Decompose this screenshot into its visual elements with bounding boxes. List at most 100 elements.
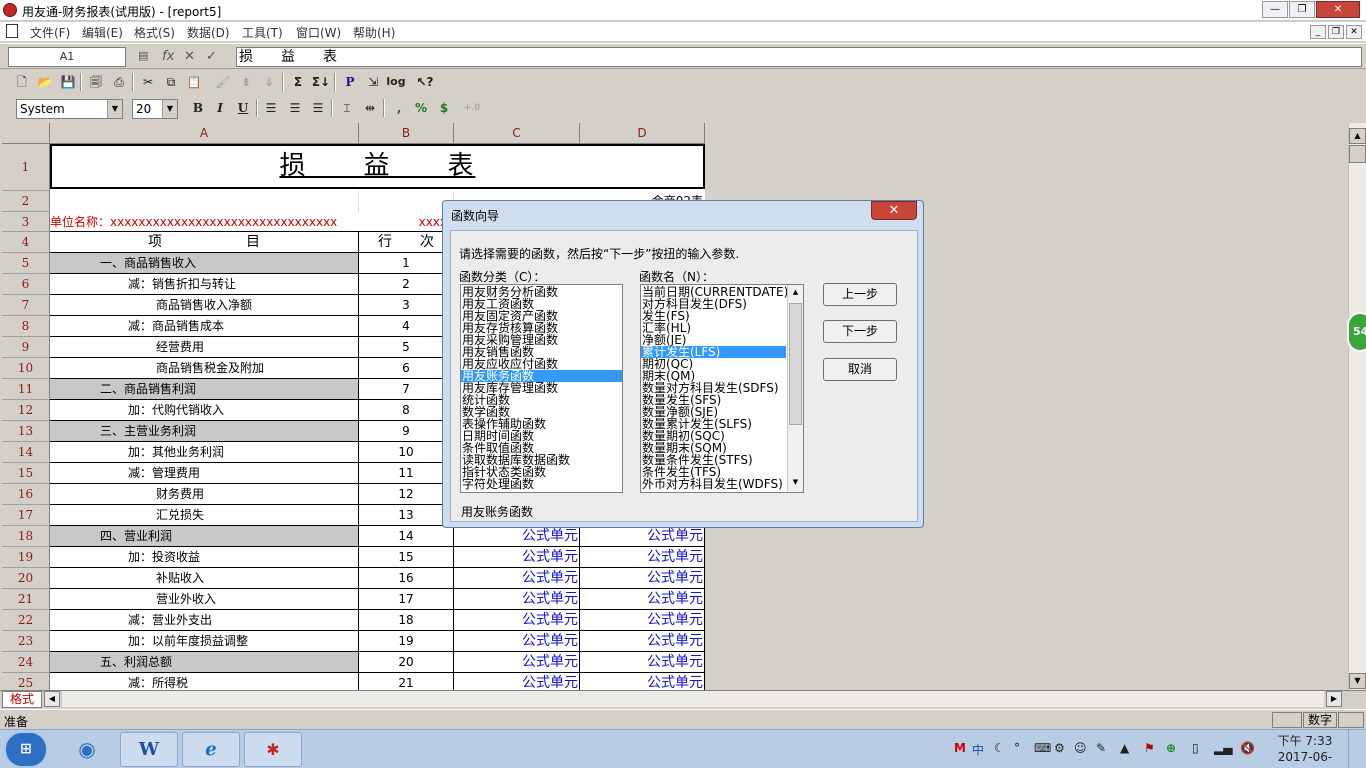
dot-icon[interactable]: ° xyxy=(1014,741,1020,755)
cell-formula-c[interactable]: 公式单元 xyxy=(454,547,580,568)
cell-item[interactable]: 三、主营业务利润 xyxy=(50,421,359,442)
category-item[interactable]: 字符处理函数 xyxy=(461,478,622,490)
cell-line-number[interactable]: 3 xyxy=(359,295,454,316)
row-header[interactable]: 22 xyxy=(2,610,50,631)
row-header[interactable]: 21 xyxy=(2,589,50,610)
cell-a2[interactable] xyxy=(50,191,359,212)
ie-app-icon[interactable]: ℯ xyxy=(182,732,240,767)
show-hidden-icons-icon[interactable]: ▲ xyxy=(1120,741,1129,755)
row-header[interactable]: 5 xyxy=(2,253,50,274)
function-icon[interactable]: fx xyxy=(162,49,174,64)
cell-item[interactable]: 减：营业外支出 xyxy=(50,610,359,631)
scroll-thumb[interactable] xyxy=(1349,145,1366,163)
cell-item[interactable]: 加：代购代销收入 xyxy=(50,400,359,421)
keyboard-tray-icon[interactable]: ⌨ xyxy=(1034,741,1051,755)
minimize-button[interactable]: — xyxy=(1262,1,1288,18)
menu-tools[interactable]: 工具(T) xyxy=(242,24,283,41)
cell-a4[interactable]: 项 目 xyxy=(50,232,359,253)
cell-line-number[interactable]: 2 xyxy=(359,274,454,295)
cell-item[interactable]: 四、营业利润 xyxy=(50,526,359,547)
scroll-left-arrow-icon[interactable]: ◀ xyxy=(44,691,60,707)
add-tray-icon[interactable]: ⊕ xyxy=(1166,741,1176,755)
percent-style-button[interactable]: % xyxy=(411,98,431,118)
horizontal-scrollbar[interactable] xyxy=(62,691,1324,707)
italic-button[interactable]: I xyxy=(210,98,230,118)
cell-line-number[interactable]: 7 xyxy=(359,379,454,400)
column-header-a[interactable]: A xyxy=(50,123,359,144)
cell-formula-d[interactable]: 公式单元 xyxy=(580,589,705,610)
mdi-close-button[interactable]: ✕ xyxy=(1346,25,1362,39)
cell-item[interactable]: 五、利润总额 xyxy=(50,652,359,673)
menu-help[interactable]: 帮助(H) xyxy=(353,24,395,41)
ufida-app-icon[interactable]: ✱ xyxy=(244,732,302,767)
cell-item[interactable]: 营业外收入 xyxy=(50,589,359,610)
row-header[interactable]: 24 xyxy=(2,652,50,673)
network-icon[interactable]: ▂▄ xyxy=(1214,741,1232,755)
cell-line-number[interactable]: 17 xyxy=(359,589,454,610)
font-size-select[interactable]: 20 ▼ xyxy=(132,99,178,119)
open-folder-icon[interactable]: 📂 xyxy=(35,72,55,92)
cell-item[interactable]: 补贴收入 xyxy=(50,568,359,589)
cell-item[interactable]: 二、商品销售利润 xyxy=(50,379,359,400)
menu-data[interactable]: 数据(D) xyxy=(187,24,230,41)
align-right-icon[interactable]: ☰ xyxy=(308,98,328,118)
cell-formula-d[interactable]: 公式单元 xyxy=(580,673,705,690)
comma-style-button[interactable]: , xyxy=(389,98,409,118)
cell-line-number[interactable]: 19 xyxy=(359,631,454,652)
scroll-down-arrow-icon[interactable]: ▼ xyxy=(1349,673,1366,689)
row-header[interactable]: 16 xyxy=(2,484,50,505)
menu-file[interactable]: 文件(F) xyxy=(30,24,70,41)
ime-chinese-icon[interactable]: 中 xyxy=(972,741,984,758)
row-header[interactable]: 4 xyxy=(2,232,50,253)
cell-line-number[interactable]: 11 xyxy=(359,463,454,484)
system-clock[interactable]: 下午 7:33 2017-06-05 xyxy=(1272,733,1338,768)
scroll-right-arrow-icon[interactable]: ▶ xyxy=(1326,691,1342,707)
copy-icon[interactable]: ⧉ xyxy=(161,72,181,92)
cell-line-number[interactable]: 16 xyxy=(359,568,454,589)
cell-formula-c[interactable]: 公式单元 xyxy=(454,526,580,547)
close-button[interactable]: ✕ xyxy=(1316,1,1360,18)
cell-formula-c[interactable]: 公式单元 xyxy=(454,610,580,631)
cell-line-number[interactable]: 18 xyxy=(359,610,454,631)
cell-line-number[interactable]: 8 xyxy=(359,400,454,421)
cell-a3[interactable]: 单位名称：xxxxxxxxxxxxxxxxxxxxxxxxxxxxxxxx xyxy=(50,212,359,232)
mdi-minimize-button[interactable]: _ xyxy=(1310,25,1326,39)
row-header[interactable]: 2 xyxy=(2,191,50,212)
cell-line-number[interactable]: 12 xyxy=(359,484,454,505)
cell-item[interactable]: 减：销售折扣与转让 xyxy=(50,274,359,295)
cell-line-number[interactable]: 6 xyxy=(359,358,454,379)
battery-icon[interactable]: ▯ xyxy=(1192,741,1199,755)
paste-icon[interactable]: 📋 xyxy=(184,72,204,92)
function-list-scrollbar[interactable]: ▲ ▼ xyxy=(787,285,803,492)
row-header[interactable]: 13 xyxy=(2,421,50,442)
row-header[interactable]: 15 xyxy=(2,463,50,484)
cell-item[interactable]: 加：以前年度损益调整 xyxy=(50,631,359,652)
cell-line-number[interactable]: 20 xyxy=(359,652,454,673)
cell-formula-d[interactable]: 公式单元 xyxy=(580,547,705,568)
keyboard-icon[interactable]: ▤ xyxy=(138,49,148,62)
cell-item[interactable]: 商品销售税金及附加 xyxy=(50,358,359,379)
cell-reference-box[interactable]: A1 xyxy=(8,47,126,67)
cell-formula-d[interactable]: 公式单元 xyxy=(580,631,705,652)
prev-step-button[interactable]: 上一步 xyxy=(823,283,897,306)
print-icon[interactable]: ⎙ xyxy=(109,72,129,92)
cell-item[interactable]: 减：管理费用 xyxy=(50,463,359,484)
row-header[interactable]: 19 xyxy=(2,547,50,568)
row-header[interactable]: 23 xyxy=(2,631,50,652)
sum-row-icon[interactable]: Σ↓ xyxy=(311,72,331,92)
formula-input[interactable]: 损 益 表 xyxy=(236,47,1362,67)
new-file-icon[interactable]: 🗋 xyxy=(12,72,32,92)
underline-button[interactable]: U xyxy=(233,98,253,118)
font-name-select[interactable]: System ▼ xyxy=(16,99,123,119)
cell-line-number[interactable]: 9 xyxy=(359,421,454,442)
cell-line-number[interactable]: 4 xyxy=(359,316,454,337)
column-header-b[interactable]: B xyxy=(359,123,454,144)
cell-formula-c[interactable]: 公式单元 xyxy=(454,589,580,610)
currency-style-button[interactable]: $ xyxy=(434,98,454,118)
cell-formula-c[interactable]: 公式单元 xyxy=(454,631,580,652)
row-header[interactable]: 1 xyxy=(2,144,50,191)
browser-icon[interactable]: ◉ xyxy=(58,732,116,767)
row-header[interactable]: 18 xyxy=(2,526,50,547)
cell-item[interactable]: 加：其他业务利润 xyxy=(50,442,359,463)
confirm-icon[interactable]: ✓ xyxy=(206,49,217,64)
